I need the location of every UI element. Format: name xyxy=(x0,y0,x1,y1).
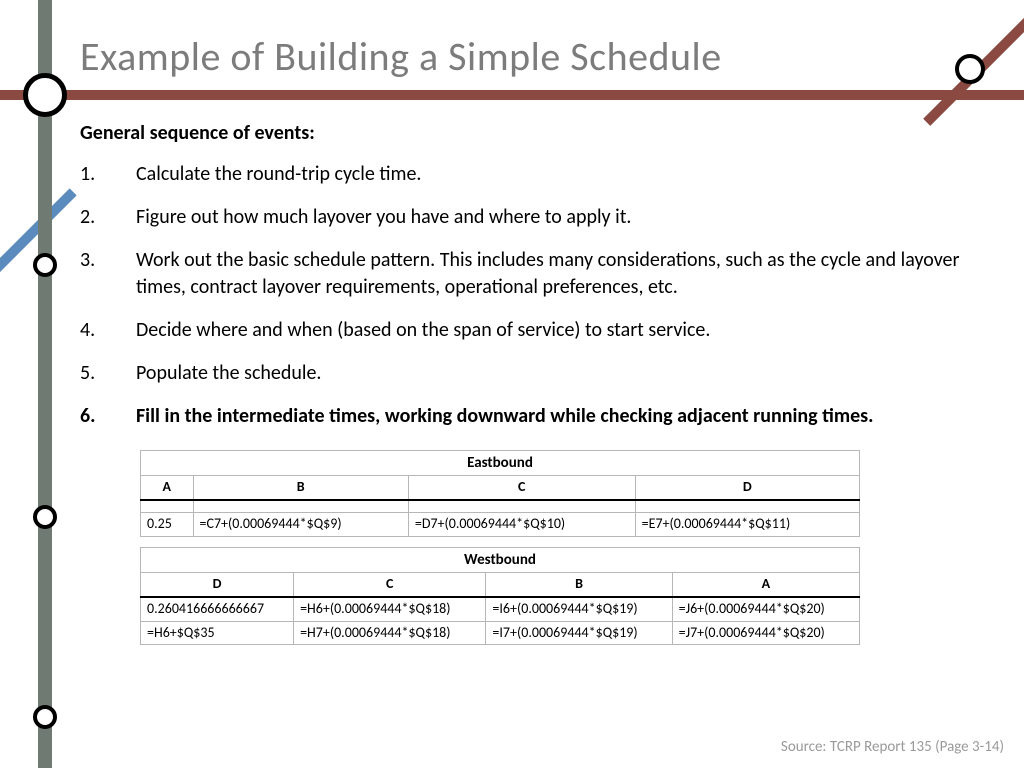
step-item: Decide where and when (based on the span… xyxy=(80,317,984,344)
table-row: 0.25 =C7+(0.00069444*$Q$9) =D7+(0.000694… xyxy=(141,512,860,536)
table-row: 0.260416666666667 =H6+(0.00069444*$Q$18)… xyxy=(141,597,860,621)
station-marker-2 xyxy=(33,505,57,529)
col-header: A xyxy=(672,572,859,596)
table-row: =H6+$Q$35 =H7+(0.00069444*$Q$18) =I7+(0.… xyxy=(141,621,860,645)
table-title: Westbound xyxy=(141,547,860,572)
step-item: Populate the schedule. xyxy=(80,360,984,387)
cell: =E7+(0.00069444*$Q$11) xyxy=(635,512,859,536)
station-marker-1 xyxy=(33,253,57,277)
step-item: Figure out how much layover you have and… xyxy=(80,204,984,231)
col-header: B xyxy=(486,572,672,596)
cell: =H6+$Q$35 xyxy=(141,621,294,645)
col-header: A xyxy=(141,476,194,500)
cell: =J7+(0.00069444*$Q$20) xyxy=(672,621,859,645)
cell: =I7+(0.00069444*$Q$19) xyxy=(486,621,672,645)
step-item: Work out the basic schedule pattern. Thi… xyxy=(80,247,984,301)
subheading: General sequence of events: xyxy=(80,120,984,147)
cell: 0.260416666666667 xyxy=(141,597,294,621)
table-title: Eastbound xyxy=(141,451,860,476)
transit-line-red xyxy=(0,90,1024,100)
cell: 0.25 xyxy=(141,512,194,536)
col-header: B xyxy=(193,476,408,500)
schedule-tables: Eastbound A B C D 0.25 =C7+(0.00069444*$… xyxy=(140,450,860,645)
station-marker-right xyxy=(955,54,985,84)
col-header: C xyxy=(294,572,486,596)
steps-list: Calculate the round-trip cycle time. Fig… xyxy=(80,161,984,430)
cell: =I6+(0.00069444*$Q$19) xyxy=(486,597,672,621)
cell: =H6+(0.00069444*$Q$18) xyxy=(294,597,486,621)
station-marker-main xyxy=(23,73,67,117)
cell: =H7+(0.00069444*$Q$18) xyxy=(294,621,486,645)
col-header: C xyxy=(408,476,635,500)
col-header: D xyxy=(141,572,294,596)
source-citation: Source: TCRP Report 135 (Page 3-14) xyxy=(781,738,1004,756)
eastbound-table: Eastbound A B C D 0.25 =C7+(0.00069444*$… xyxy=(140,450,860,537)
slide-content: General sequence of events: Calculate th… xyxy=(80,120,984,655)
station-marker-3 xyxy=(33,705,57,729)
step-item: Calculate the round-trip cycle time. xyxy=(80,161,984,188)
page-title: Example of Building a Simple Schedule xyxy=(80,32,722,81)
westbound-table: Westbound D C B A 0.260416666666667 =H6+… xyxy=(140,547,860,646)
cell: =J6+(0.00069444*$Q$20) xyxy=(672,597,859,621)
cell: =C7+(0.00069444*$Q$9) xyxy=(193,512,408,536)
cell: =D7+(0.00069444*$Q$10) xyxy=(408,512,635,536)
col-header: D xyxy=(635,476,859,500)
step-item-active: Fill in the intermediate times, working … xyxy=(80,403,984,430)
